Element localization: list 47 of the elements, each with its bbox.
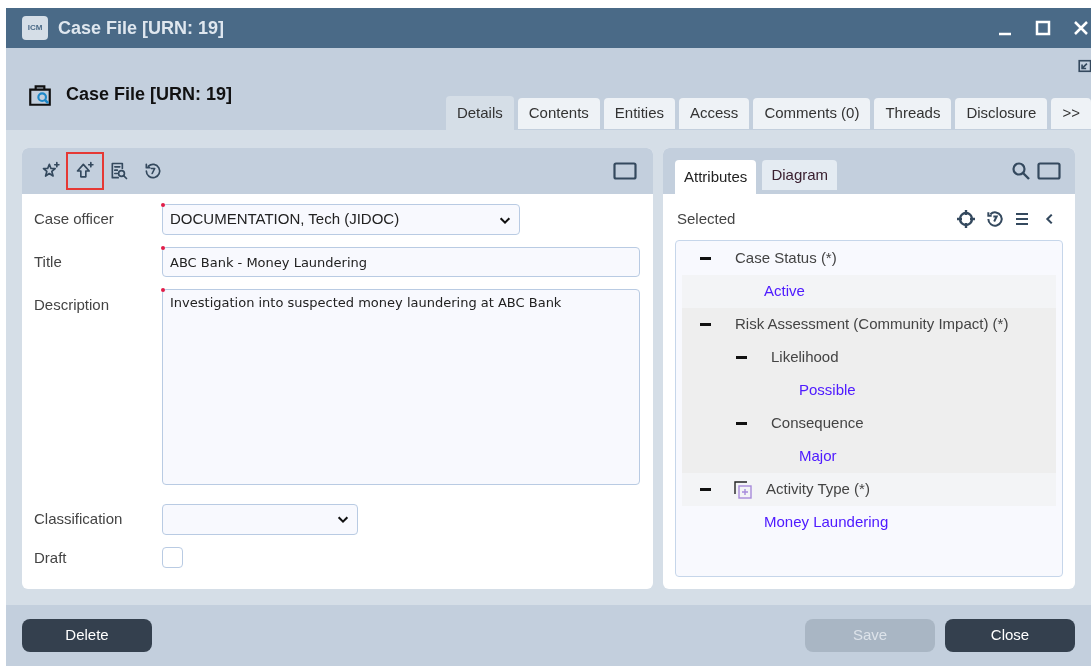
attribute-label[interactable]: Case Status (*) — [735, 247, 837, 270]
window-title: Case File [URN: 19] — [58, 16, 225, 40]
field-label: Case officer — [33, 209, 115, 230]
app-badge: ICM — [22, 16, 48, 40]
tab[interactable]: Comments (0) — [753, 98, 871, 129]
tab[interactable]: Diagram — [762, 160, 838, 190]
attribute-value[interactable]: Active — [764, 280, 805, 303]
history-icon — [143, 161, 163, 181]
attribute-label[interactable]: Consequence — [771, 412, 864, 435]
attribute-label[interactable]: Risk Assessment (Community Impact) (*) — [735, 313, 1009, 336]
tab[interactable]: Details — [445, 96, 514, 130]
attribute-value[interactable]: Major — [799, 445, 837, 468]
pop-out-icon[interactable] — [1078, 58, 1091, 74]
attribute-value[interactable]: Possible — [799, 379, 856, 402]
draft-checkbox[interactable] — [162, 547, 183, 569]
history-icon[interactable] — [985, 209, 1005, 229]
action-button[interactable]: Delete — [22, 619, 152, 652]
action-button[interactable]: Close — [945, 619, 1075, 652]
attribute-value[interactable]: Money Laundering — [764, 511, 889, 534]
description-textarea[interactable]: Investigation into suspected money laundering at ABC Bank — [162, 289, 640, 485]
maximize-icon[interactable] — [1035, 20, 1051, 36]
tab[interactable]: Attributes — [675, 160, 757, 194]
toolbar-button[interactable] — [66, 152, 104, 190]
field-label: Classification — [33, 508, 124, 529]
case-officer-dropdown[interactable]: DOCUMENTATION, Tech (JIDOC) — [162, 204, 520, 235]
tab[interactable]: Disclosure — [955, 98, 1048, 129]
tab[interactable]: Threads — [874, 98, 952, 129]
list-icon[interactable] — [1014, 211, 1030, 227]
field-label: Title — [33, 251, 63, 272]
document-search-icon — [109, 161, 129, 181]
tab[interactable]: Access — [679, 98, 750, 129]
title-input[interactable]: ABC Bank - Money Laundering — [162, 247, 640, 277]
attribute-label[interactable]: Likelihood — [771, 346, 839, 369]
add-group-icon[interactable] — [733, 479, 753, 500]
selected-label: Selected — [677, 208, 736, 229]
field-label: Draft — [33, 547, 68, 568]
panel-toggle-icon[interactable] — [1037, 162, 1061, 180]
tab[interactable]: Contents — [517, 98, 600, 129]
attribute-label[interactable]: Activity Type (*) — [766, 478, 870, 501]
search-icon[interactable] — [1011, 161, 1031, 181]
tab[interactable]: >> — [1051, 98, 1091, 129]
field-label: Description — [33, 295, 111, 315]
case-title: Case File [URN: 19] — [66, 83, 233, 106]
close-icon[interactable] — [1073, 20, 1089, 36]
tab[interactable]: Entities — [603, 98, 675, 129]
panel-toggle-icon[interactable] — [613, 162, 637, 180]
crosshair-icon[interactable] — [956, 209, 976, 229]
